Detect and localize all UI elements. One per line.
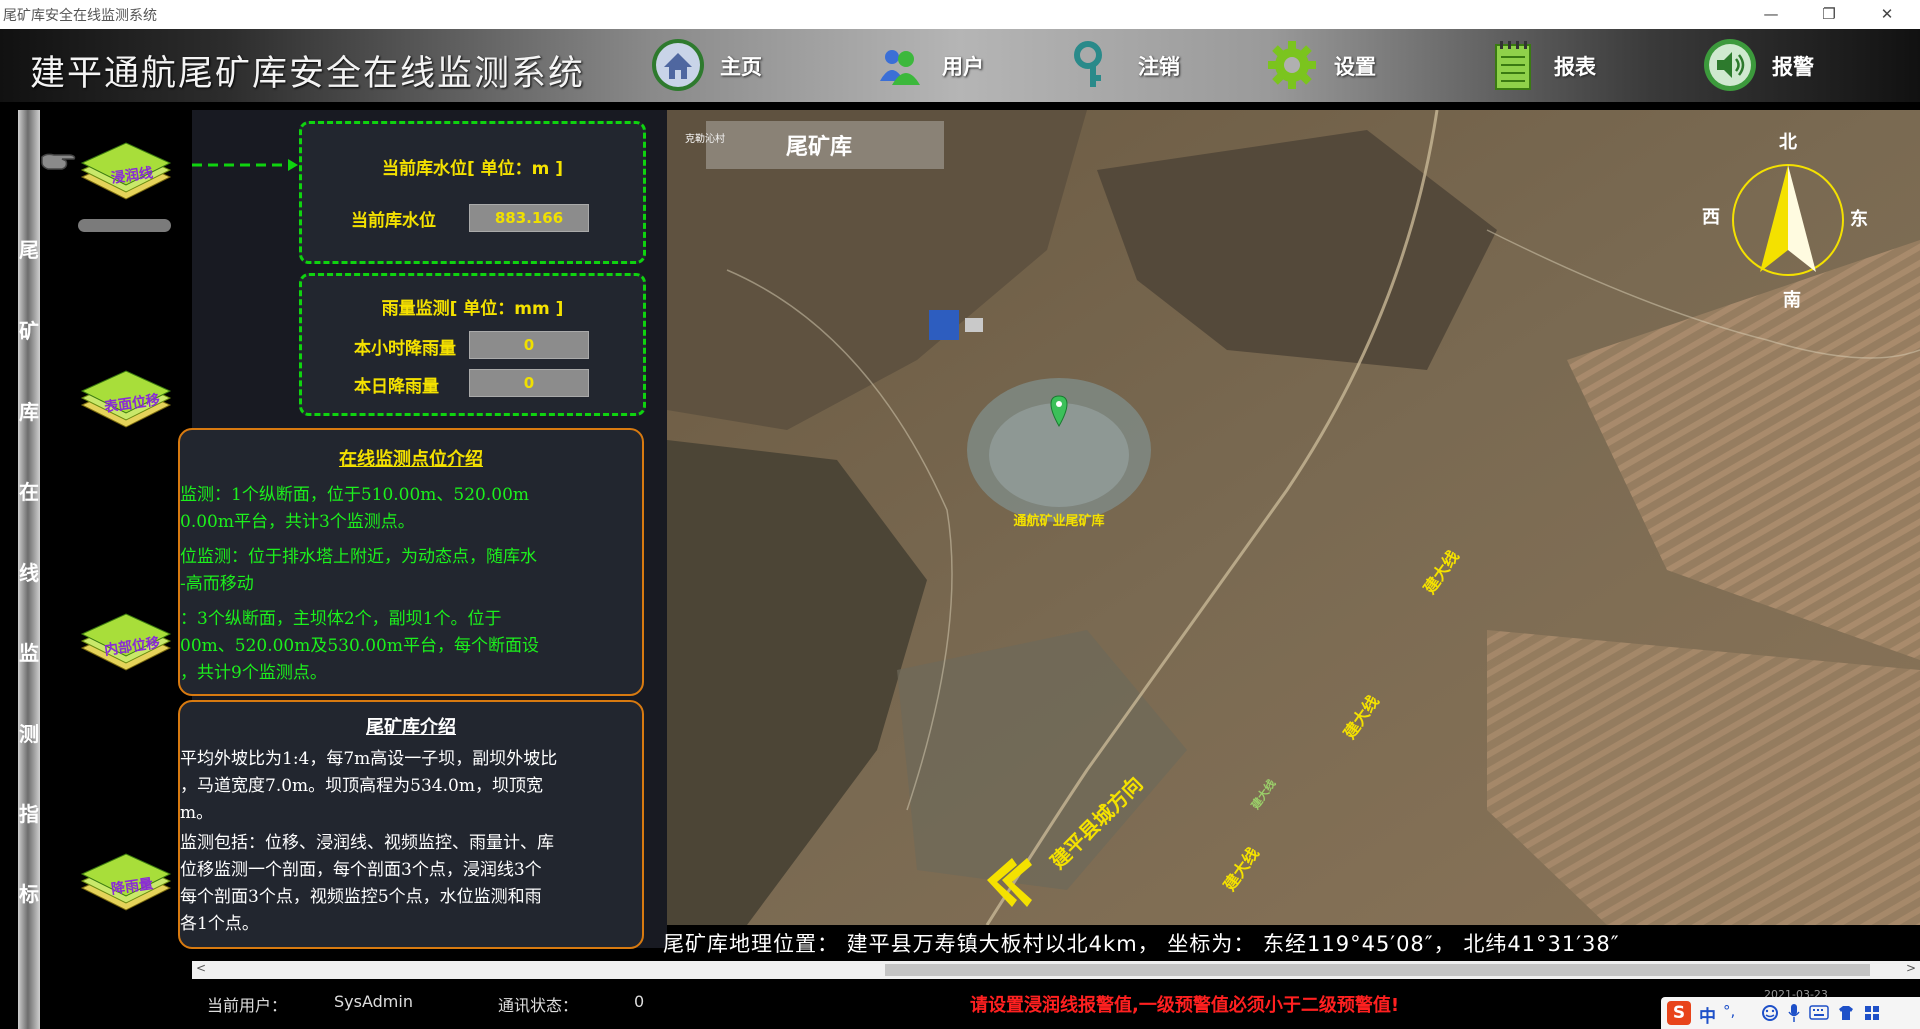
monitor-intro-line: 0.00m平台，共计3个监测点。 xyxy=(180,512,415,532)
monitor-intro-panel: 在线监测点位介绍 监测：1个纵断面，位于510.00m、520.00m 0.00… xyxy=(178,428,644,696)
comm-status-value: 0 xyxy=(634,992,645,1011)
map-label: 尾矿库 xyxy=(786,135,853,160)
tailings-intro-line: ，马道宽度7.0m。坝顶高程为534.0m，坝顶宽 xyxy=(180,776,543,796)
users-icon xyxy=(880,50,920,85)
rainfall-title: 雨量监测[ 单位：mm ] xyxy=(381,299,564,319)
location-ticker: 尾矿库地理位置： 建平县万寿镇大板村以北4km， 坐标为： 东经119°45′0… xyxy=(663,932,1620,956)
compass-east: 东 xyxy=(1850,208,1868,230)
window-title: 尾矿库安全在线监测系统 xyxy=(3,8,157,24)
connector-arrow-icon xyxy=(192,159,298,171)
nav-label: 主页 xyxy=(720,55,762,79)
scroll-left-arrow-icon[interactable]: < xyxy=(196,961,206,975)
restore-button[interactable]: ❐ xyxy=(1806,0,1852,29)
marker-label: 通航矿业尾矿库 xyxy=(1013,513,1104,529)
tailings-intro-line: 各1个点。 xyxy=(180,914,259,934)
tailings-intro-panel: 尾矿库介绍 平均外坡比为1:4，每7m高设一子坝，副坝外坡比 ，马道宽度7.0m… xyxy=(178,700,644,949)
monitor-intro-line: ，共计9个监测点。 xyxy=(180,663,327,683)
sidebar-title-char: 监 xyxy=(19,641,39,665)
notepad-icon xyxy=(1495,41,1531,90)
compass-west: 西 xyxy=(1702,207,1720,228)
ime-mode[interactable]: 中 xyxy=(1699,1002,1716,1027)
tailings-intro-line: 监测包括：位移、浸润线、视频监控、雨量计、库 xyxy=(180,833,554,853)
current-user-value: SysAdmin xyxy=(334,992,413,1011)
btn-rainfall[interactable]: 降雨量 xyxy=(78,850,173,920)
satellite-map[interactable]: 克勒沁村 通航矿业尾矿库 建大线 建大线 建大线 建大线 建平县城方向 北 南 … xyxy=(667,110,1920,925)
sidebar-title-char: 矿 xyxy=(19,319,39,343)
app-title: 建平通航尾矿库安全在线监测系统 xyxy=(30,54,586,94)
speaker-icon xyxy=(1704,39,1756,91)
compass-south: 南 xyxy=(1783,289,1801,311)
emoji-icon[interactable] xyxy=(1761,1004,1779,1022)
tailings-intro-line: 每个剖面3个点，视频监控5个点，水位监测和雨 xyxy=(180,887,542,907)
tailings-intro-line: 位移监测一个剖面，每个剖面3个点，浸润线3个 xyxy=(180,860,542,880)
ime-logo-icon[interactable]: S xyxy=(1667,1001,1691,1025)
monitor-intro-title: 在线监测点位介绍 xyxy=(339,449,483,470)
tailings-intro-title: 尾矿库介绍 xyxy=(366,717,456,738)
key-icon xyxy=(1074,41,1102,87)
nav-label: 设置 xyxy=(1334,55,1376,79)
btn-surface-displacement[interactable]: 表面位移 xyxy=(78,367,173,437)
gear-icon xyxy=(1268,41,1316,89)
monitor-intro-line: 位监测：位于排水塔上附近，为动态点，随库水 xyxy=(180,547,537,567)
btn-seepage-line[interactable]: 浸润线 xyxy=(78,139,173,209)
water-level-label: 当前库水位 xyxy=(351,211,436,231)
scroll-right-arrow-icon[interactable]: > xyxy=(1906,961,1916,975)
skin-shirt-icon[interactable] xyxy=(1837,1004,1855,1022)
pointer-hand-icon xyxy=(41,153,76,170)
microphone-icon[interactable] xyxy=(1787,1003,1801,1023)
minimize-button[interactable]: — xyxy=(1748,0,1794,29)
monitor-intro-line: 监测：1个纵断面，位于510.00m、520.00m xyxy=(180,485,530,505)
home-icon xyxy=(652,39,704,91)
monitor-intro-line: -高而移动 xyxy=(180,574,254,594)
comm-status-label: 通讯状态： xyxy=(498,996,579,1015)
ime-tray: S 中 °, xyxy=(1661,997,1920,1029)
water-level-value: 883.166 xyxy=(469,204,589,232)
compass-north: 北 xyxy=(1779,132,1797,153)
top-header: 建平通航尾矿库安全在线监测系统 主页 用户 注销 设置 报表 报警 xyxy=(0,29,1920,102)
selection-indicator xyxy=(78,219,171,232)
water-level-panel: 当前库水位[ 单位：m ] 当前库水位 883.166 xyxy=(299,121,646,264)
rain-hour-label: 本小时降雨量 xyxy=(354,339,456,359)
monitor-intro-line: ：3个纵断面，主坝体2个，副坝1个。位于 xyxy=(180,609,502,629)
tailings-intro-line: 平均外坡比为1:4，每7m高设一子坝，副坝外坡比 xyxy=(180,749,558,769)
sidebar-title-char: 库 xyxy=(19,400,39,424)
nav-label: 用户 xyxy=(942,55,984,79)
window-titlebar: 尾矿库安全在线监测系统 — ❐ ✕ xyxy=(0,0,1920,30)
nav-label: 报警 xyxy=(1772,55,1814,79)
sidebar-title-char: 尾 xyxy=(19,238,39,262)
tailings-intro-line: m。 xyxy=(180,803,214,823)
sidebar-title-char: 指 xyxy=(19,802,39,826)
nav-label: 报表 xyxy=(1554,55,1596,79)
rain-day-value: 0 xyxy=(469,369,589,397)
rain-hour-value: 0 xyxy=(469,331,589,359)
monitor-intro-line: 00m、520.00m及530.00m平台，每个断面设 xyxy=(180,636,539,656)
close-button[interactable]: ✕ xyxy=(1864,0,1910,29)
ime-punctuation[interactable]: °, xyxy=(1723,1002,1735,1020)
current-user-label: 当前用户： xyxy=(207,996,288,1015)
toolbox-icon[interactable] xyxy=(1863,1004,1881,1022)
warning-message: 请设置浸润线报警值,一级预警值必须小于二级预警值! xyxy=(970,995,1400,1016)
nav-label: 注销 xyxy=(1138,55,1180,79)
horizontal-scrollbar[interactable]: < > xyxy=(192,961,1920,979)
scrollbar-thumb[interactable] xyxy=(885,964,1870,976)
rainfall-panel: 雨量监测[ 单位：mm ] 本小时降雨量 0 本日降雨量 0 xyxy=(299,273,646,416)
rain-day-label: 本日降雨量 xyxy=(354,377,439,397)
sidebar-title-char: 标 xyxy=(19,882,39,906)
water-level-title: 当前库水位[ 单位：m ] xyxy=(381,159,564,179)
sidebar-title-char: 测 xyxy=(19,722,39,746)
sidebar-title-char: 在 xyxy=(19,480,39,504)
sidebar-title-char: 线 xyxy=(19,561,39,585)
keyboard-icon[interactable] xyxy=(1809,1005,1829,1020)
btn-internal-displacement[interactable]: 内部位移 xyxy=(78,610,173,680)
